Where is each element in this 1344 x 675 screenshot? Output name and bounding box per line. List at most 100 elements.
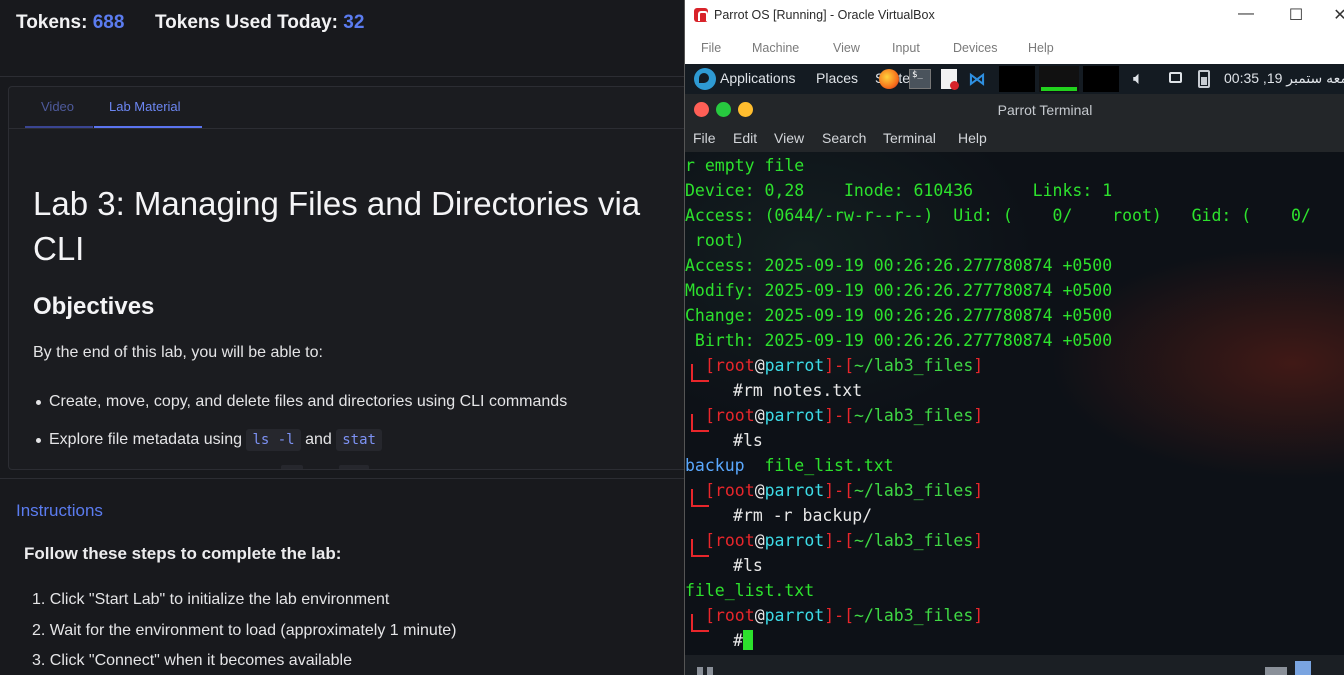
prompt-user: root [714,481,755,500]
command-line: #rm notes.txt [733,381,863,400]
clipped-code-block [281,465,303,469]
applications-menu[interactable]: Applications [720,70,796,86]
command-line: #rm -r backup/ [733,506,873,525]
output-line: Access: (0644/-rw-r--r--) Uid: ( 0/ root… [685,206,1311,225]
terminal-menu-view[interactable]: View [774,130,804,146]
instructions-lead: Follow these steps to complete the lab: [24,544,342,563]
inline-code: ls -l [246,429,301,451]
command-line: #ls [733,431,763,450]
list-item: Create, move, copy, and delete files and… [33,387,567,425]
vbox-menubar: File Machine View Input Devices Help [685,32,1344,64]
minimize-button[interactable]: — [1231,5,1261,23]
prompt-path: ~/lab3_files [854,481,974,500]
objective-text: and [305,431,332,448]
objective-text: Explore file metadata using [49,431,242,448]
tokens-used-value: 32 [343,12,365,33]
prompt-at: @ [754,356,765,375]
terminal-titlebar[interactable]: Parrot Terminal [685,94,1344,126]
prompt-line: [root@parrot]-[~/lab3_files] [705,406,984,425]
list-item: 1. Click "Start Lab" to initialize the l… [32,591,390,608]
tab-lab-material[interactable]: Lab Material [109,99,181,114]
objectives-heading: Objectives [33,293,155,320]
terminal-menu-help[interactable]: Help [958,130,987,146]
status-icon [1295,661,1311,675]
divider [0,76,684,77]
app-launcher-icon[interactable] [941,69,959,90]
prompt-path: ~/lab3_files [854,406,974,425]
list-item: Explore file metadata using ls -l and st… [33,425,567,463]
divider [0,478,684,479]
vbox-statusbar [685,655,1344,675]
terminal-launcher-icon[interactable]: $_ [909,69,931,89]
status-icon [707,667,713,675]
menu-view[interactable]: View [833,41,860,55]
command-text: ls [742,556,763,575]
terminal-title: Parrot Terminal [997,102,1093,118]
objective-text: Create, move, copy, and delete files and… [49,393,568,410]
firefox-icon[interactable] [879,69,899,89]
output-line: Birth: 2025-09-19 00:26:26.277780874 +05… [685,331,1113,350]
output-line: Access: 2025-09-19 00:26:26.277780874 +0… [685,256,1113,275]
vbox-titlebar[interactable]: Parrot OS [Running] - Oracle VirtualBox … [685,0,1344,32]
parrot-top-panel: Applications Places Syste $_ ⋈ 🔈︎ 00:35 … [685,64,1344,94]
objectives-intro: By the end of this lab, you will be able… [33,344,323,361]
tab-video[interactable]: Video [41,99,74,114]
prompt-at: @ [754,481,765,500]
command-line: #ls [733,556,763,575]
volume-icon[interactable]: 🔈︎ [1133,68,1144,89]
tab-bar: Video Lab Material [9,87,684,129]
output-line: backup file_list.txt [685,453,894,478]
tab-active-underline [94,126,202,128]
command-text: rm -r backup/ [742,506,873,525]
clock[interactable]: 00:35 ,19 جمعه ستمبر [1224,70,1344,87]
clipped-code-block [339,465,369,469]
prompt-path: ~/lab3_files [854,356,974,375]
inline-code: stat [336,429,382,451]
prompt-user: root [714,356,755,375]
workspace-thumbnail[interactable] [1083,66,1119,92]
instructions-heading[interactable]: Instructions [16,501,103,521]
maximize-button[interactable]: ☐ [1281,5,1311,25]
terminal-menu-terminal[interactable]: Terminal [883,130,936,146]
menu-help[interactable]: Help [1028,41,1054,55]
tokens-value: 688 [92,12,125,33]
output-line: Device: 0,28 Inode: 610436 Links: 1 [685,181,1113,200]
workspace-thumbnail[interactable] [999,66,1035,92]
tokens-label: Tokens: [16,12,88,33]
menu-file[interactable]: File [701,41,721,55]
lab-title: Lab 3: Managing Files and Directories vi… [33,185,641,267]
output-line: Modify: 2025-09-19 00:26:26.277780874 +0… [685,281,1113,300]
virtualbox-icon [694,8,708,22]
command-text: ls [742,431,763,450]
prompt-line: [root@parrot]-[~/lab3_files] [705,356,984,375]
terminal-menu-file[interactable]: File [693,130,716,146]
menu-devices[interactable]: Devices [953,41,997,55]
list-item: 2. Wait for the environment to load (app… [32,621,457,639]
menu-input[interactable]: Input [892,41,920,55]
prompt-host: parrot [764,481,825,500]
terminal-output[interactable]: r empty file Device: 0,28 Inode: 610436 … [685,152,1344,655]
prompt-path: ~/lab3_files [854,531,974,550]
output-line: root) [685,231,745,250]
places-menu[interactable]: Places [816,70,858,86]
close-button[interactable]: ✕ [1325,5,1344,25]
command-input[interactable]: # [733,628,753,653]
prompt-bracket [691,614,709,632]
prompt-line: [root@parrot]-[~/lab3_files] [705,531,984,550]
prompt-line: [root@parrot]-[~/lab3_files] [705,481,984,500]
tokens-used-label: Tokens Used Today: [154,12,338,33]
notification-icon[interactable] [1169,72,1182,83]
terminal-menu-search[interactable]: Search [822,130,866,146]
parrot-logo-icon[interactable] [694,68,716,90]
cpu-usage-bar [1041,87,1077,91]
terminal-menubar: File Edit View Search Terminal Help [685,126,1344,152]
vscode-icon[interactable]: ⋈ [968,69,990,89]
terminal-menu-edit[interactable]: Edit [733,130,757,146]
tab-video-underline [25,126,93,128]
prompt-bracket [691,489,709,507]
text-cursor [742,630,753,650]
token-counter: Tokens: 688 Tokens Used Today: 32 [16,12,364,34]
menu-machine[interactable]: Machine [752,41,799,55]
output-line: r empty file [685,156,805,175]
output-line: Change: 2025-09-19 00:26:26.277780874 +0… [685,306,1113,325]
